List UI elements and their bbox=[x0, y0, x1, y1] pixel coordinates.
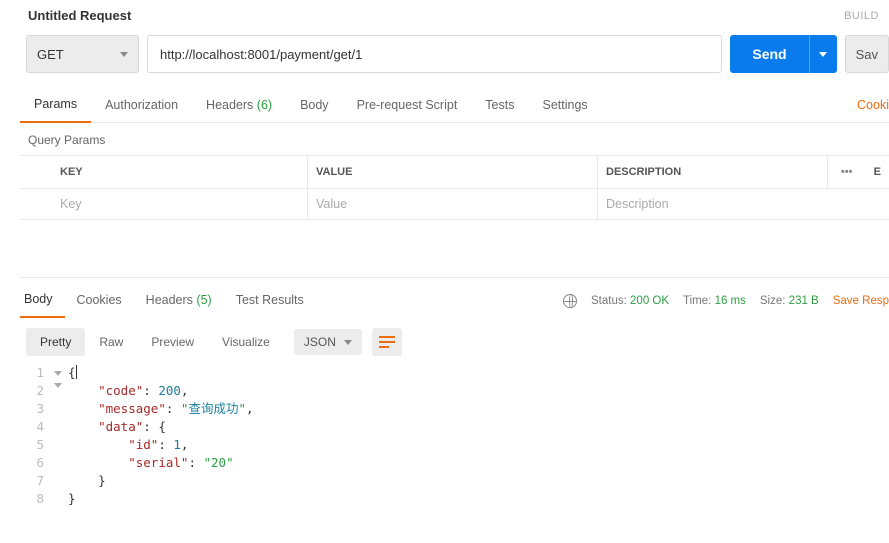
chevron-down-icon bbox=[819, 52, 827, 57]
query-params-table: KEY VALUE DESCRIPTION ••• E bbox=[20, 155, 889, 220]
more-icon[interactable]: ••• bbox=[828, 156, 866, 189]
method-value: GET bbox=[37, 47, 64, 62]
tab-response-body[interactable]: Body bbox=[20, 284, 65, 318]
send-button[interactable]: Send bbox=[730, 35, 808, 73]
table-header: KEY VALUE DESCRIPTION ••• E bbox=[20, 156, 889, 189]
chevron-down-icon bbox=[344, 340, 352, 345]
fold-gutter bbox=[54, 364, 68, 508]
line-gutter: 12345678 bbox=[26, 364, 54, 508]
status-code: Status: 200 OK bbox=[591, 295, 669, 307]
tab-response-headers[interactable]: Headers (5) bbox=[134, 285, 224, 317]
value-input[interactable] bbox=[308, 189, 597, 219]
method-select[interactable]: GET bbox=[26, 35, 139, 73]
header-value: VALUE bbox=[308, 156, 598, 189]
header-description: DESCRIPTION bbox=[598, 156, 828, 189]
wrap-lines-button[interactable] bbox=[372, 328, 402, 356]
request-row: GET Send Sav bbox=[20, 31, 889, 89]
request-title: Untitled Request bbox=[28, 8, 131, 23]
response-body[interactable]: 12345678 { "code": 200, "message": "查询成功… bbox=[20, 364, 889, 508]
code-lines: { "code": 200, "message": "查询成功", "data"… bbox=[68, 364, 889, 508]
tab-tests[interactable]: Tests bbox=[471, 90, 528, 122]
tab-body[interactable]: Body bbox=[286, 90, 343, 122]
tab-settings[interactable]: Settings bbox=[528, 90, 601, 122]
save-response-link[interactable]: Save Resp bbox=[833, 295, 889, 307]
response-tabs: Body Cookies Headers (5) Test Results St… bbox=[20, 278, 889, 318]
view-raw[interactable]: Raw bbox=[85, 328, 137, 356]
tab-prerequest[interactable]: Pre-request Script bbox=[343, 90, 472, 122]
bulk-edit[interactable]: E bbox=[866, 156, 889, 189]
request-tabs: Params Authorization Headers (6) Body Pr… bbox=[20, 89, 889, 123]
description-input[interactable] bbox=[598, 189, 889, 219]
table-row bbox=[20, 189, 889, 219]
status-time: Time: 16 ms bbox=[683, 295, 746, 307]
format-select[interactable]: JSON bbox=[294, 329, 362, 355]
response-status: Status: 200 OK Time: 16 ms Size: 231 B S… bbox=[563, 294, 889, 308]
header-key: KEY bbox=[20, 156, 308, 189]
view-pretty[interactable]: Pretty bbox=[26, 328, 85, 356]
url-input[interactable] bbox=[147, 35, 722, 73]
key-input[interactable] bbox=[52, 189, 307, 219]
view-mode-row: Pretty Raw Preview Visualize JSON bbox=[20, 318, 889, 364]
chevron-down-icon bbox=[120, 52, 128, 57]
tab-response-cookies[interactable]: Cookies bbox=[65, 285, 134, 317]
tab-authorization[interactable]: Authorization bbox=[91, 90, 192, 122]
tab-params[interactable]: Params bbox=[20, 89, 91, 123]
save-button[interactable]: Sav bbox=[845, 35, 889, 73]
build-label[interactable]: BUILD bbox=[844, 10, 879, 22]
tab-test-results[interactable]: Test Results bbox=[224, 285, 316, 317]
spacer bbox=[20, 220, 889, 278]
status-size: Size: 231 B bbox=[760, 295, 819, 307]
send-dropdown[interactable] bbox=[809, 35, 837, 73]
query-params-label: Query Params bbox=[20, 123, 889, 155]
globe-icon[interactable] bbox=[563, 294, 577, 308]
send-group: Send bbox=[730, 35, 836, 73]
wrap-icon bbox=[379, 336, 395, 348]
view-preview[interactable]: Preview bbox=[137, 328, 208, 356]
title-bar: Untitled Request BUILD bbox=[20, 0, 889, 31]
tab-headers[interactable]: Headers (6) bbox=[192, 90, 286, 122]
cookies-link[interactable]: Cooki bbox=[857, 90, 889, 122]
view-visualize[interactable]: Visualize bbox=[208, 328, 284, 356]
